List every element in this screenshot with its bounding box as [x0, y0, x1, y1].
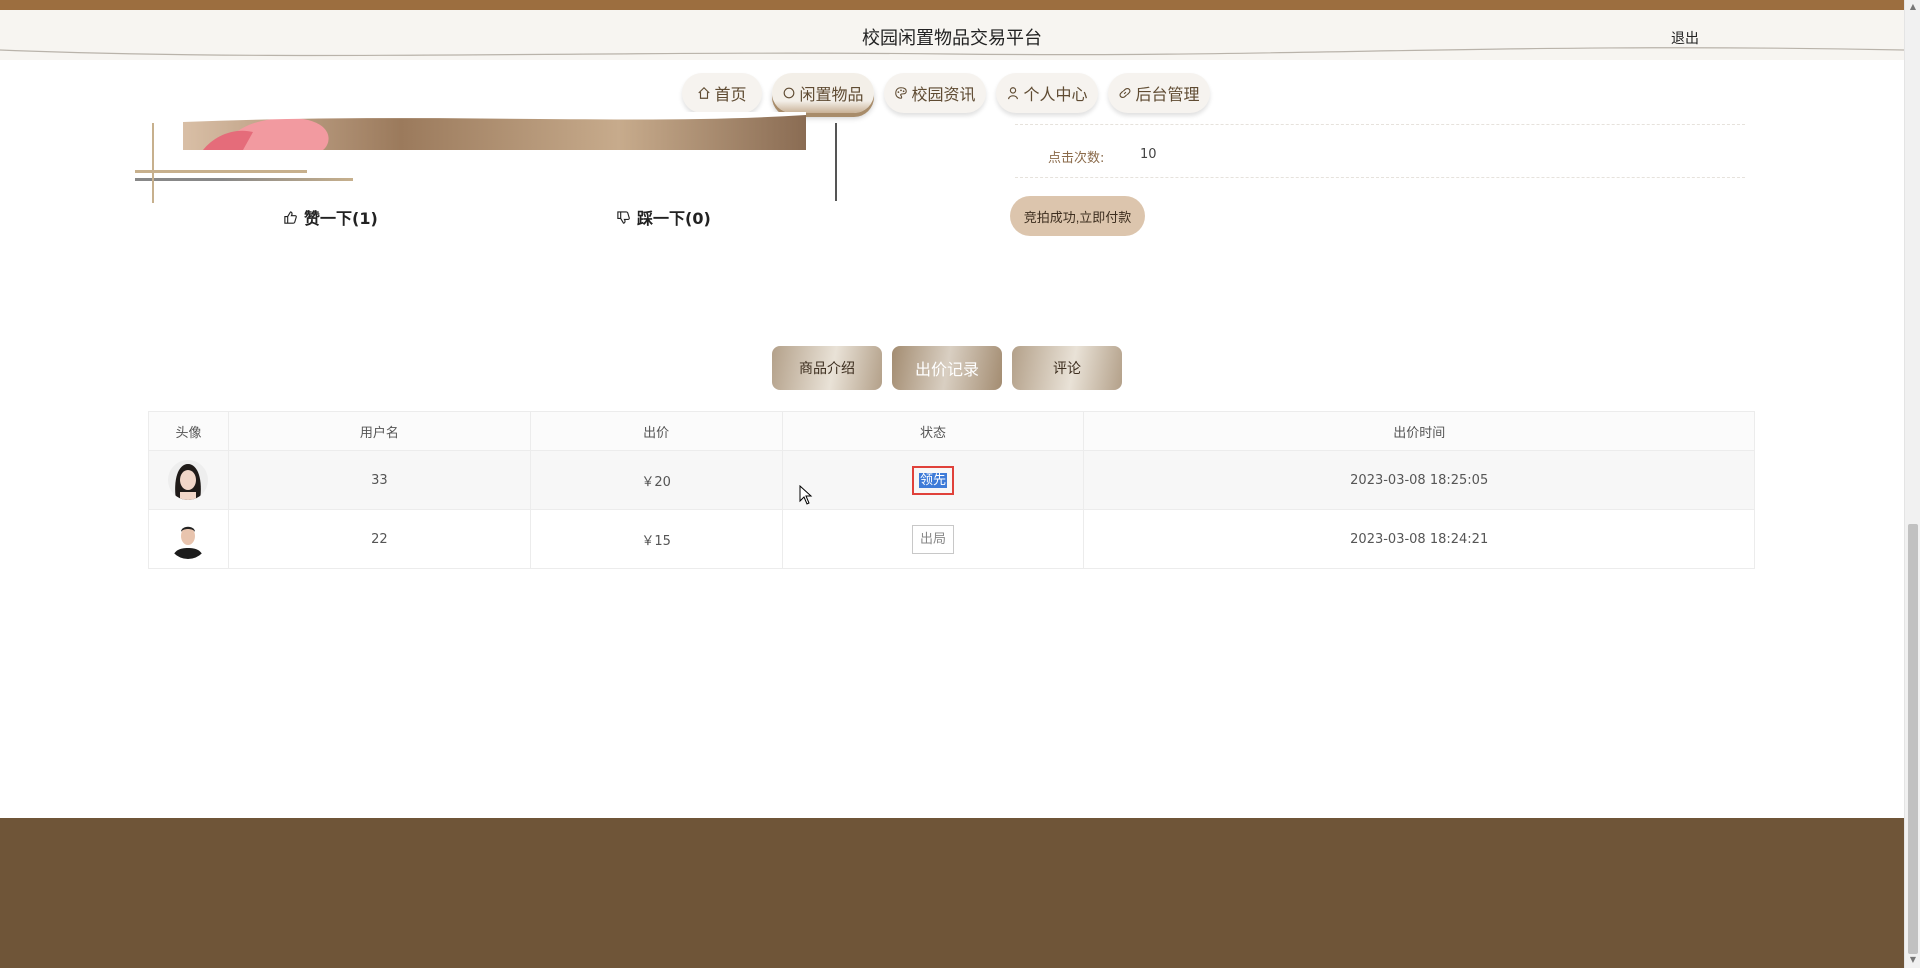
username-cell: 33 — [227, 450, 531, 510]
avatar — [168, 460, 209, 500]
detail-divider — [1015, 124, 1745, 125]
top-accent-bar — [0, 0, 1904, 10]
status-badge: 出局 — [912, 524, 954, 554]
nav-item-label: 个人中心 — [1023, 85, 1088, 104]
avatar — [168, 519, 209, 559]
status-cell: 出局 — [781, 509, 1085, 569]
decoration-line — [152, 123, 154, 203]
table-header-row: 头像 用户名 出价 状态 出价时间 — [148, 411, 1755, 451]
nav-item-campus-news[interactable]: 校园资讯 — [884, 73, 986, 113]
product-image — [183, 112, 806, 150]
pay-now-button[interactable]: 竞拍成功,立即付款 — [1010, 196, 1145, 236]
column-header: 状态 — [781, 411, 1085, 451]
nav-item-personal-center[interactable]: 个人中心 — [996, 73, 1098, 113]
column-header: 出价时间 — [1083, 411, 1755, 451]
palette-icon — [895, 87, 908, 99]
table-row: 33 ￥20 领先 2023-03-08 18:25:05 — [148, 450, 1755, 510]
nav-item-label: 校园资讯 — [911, 85, 976, 104]
scrollbar-thumb[interactable] — [1908, 524, 1918, 954]
nav-item-label: 首页 — [714, 85, 747, 104]
table-row: 22 ￥15 出局 2023-03-08 18:24:21 — [148, 509, 1755, 569]
time-cell: 2023-03-08 18:24:21 — [1083, 509, 1755, 569]
user-icon — [1008, 87, 1019, 100]
dislike-button[interactable]: 踩一下(0) — [616, 205, 711, 229]
column-header: 用户名 — [227, 411, 531, 451]
avatar-cell — [148, 509, 229, 569]
price-cell: ￥20 — [529, 450, 783, 510]
home-icon — [698, 86, 711, 99]
circle-icon — [784, 87, 795, 99]
main-nav: 首页 闲置物品 校园资讯 个人中心 后台管理 — [0, 73, 1904, 113]
click-count-label: 点击次数: — [1048, 151, 1105, 166]
time-cell: 2023-03-08 18:25:05 — [1083, 450, 1755, 510]
nav-item-idle-goods[interactable]: 闲置物品 — [772, 73, 874, 113]
site-title: 校园闲置物品交易平台 — [862, 28, 1042, 49]
thumbs-down-icon — [617, 210, 630, 224]
status-badge: 领先 — [912, 465, 954, 495]
like-label: 赞一下(1) — [304, 209, 378, 228]
nav-item-admin[interactable]: 后台管理 — [1108, 73, 1210, 113]
column-header: 头像 — [148, 411, 229, 451]
column-header: 出价 — [529, 411, 783, 451]
username-cell: 22 — [227, 509, 531, 569]
link-icon — [1119, 87, 1131, 99]
click-count-value: 10 — [1140, 147, 1157, 162]
bid-records-table: 头像 用户名 出价 状态 出价时间 33 ￥20 领先 2023-03-08 1… — [148, 411, 1755, 569]
like-button[interactable]: 赞一下(1) — [283, 205, 378, 229]
avatar-cell — [148, 450, 229, 510]
nav-item-label: 闲置物品 — [799, 85, 864, 104]
page-scrollbar[interactable]: ▲ ▼ — [1904, 0, 1920, 968]
dislike-label: 踩一下(0) — [637, 209, 711, 228]
status-text: 领先 — [918, 472, 947, 488]
nav-item-label: 后台管理 — [1135, 85, 1200, 104]
mouse-cursor-icon — [799, 485, 813, 505]
detail-divider — [1015, 177, 1745, 178]
tab-product-intro[interactable]: 商品介绍 — [772, 346, 882, 390]
footer — [0, 818, 1904, 968]
tab-comments[interactable]: 评论 — [1012, 346, 1122, 390]
scroll-up-icon[interactable]: ▲ — [1908, 3, 1918, 11]
decoration-line — [835, 123, 837, 201]
tab-bid-records[interactable]: 出价记录 — [892, 346, 1002, 390]
price-cell: ￥15 — [529, 509, 783, 569]
status-cell: 领先 — [781, 450, 1085, 510]
nav-item-home[interactable]: 首页 — [682, 73, 762, 113]
logout-link[interactable]: 退出 — [1671, 28, 1699, 48]
decoration-line — [135, 170, 307, 173]
decoration-line — [135, 178, 353, 181]
thumbs-up-icon — [284, 210, 297, 224]
scroll-down-icon[interactable]: ▼ — [1908, 956, 1918, 964]
